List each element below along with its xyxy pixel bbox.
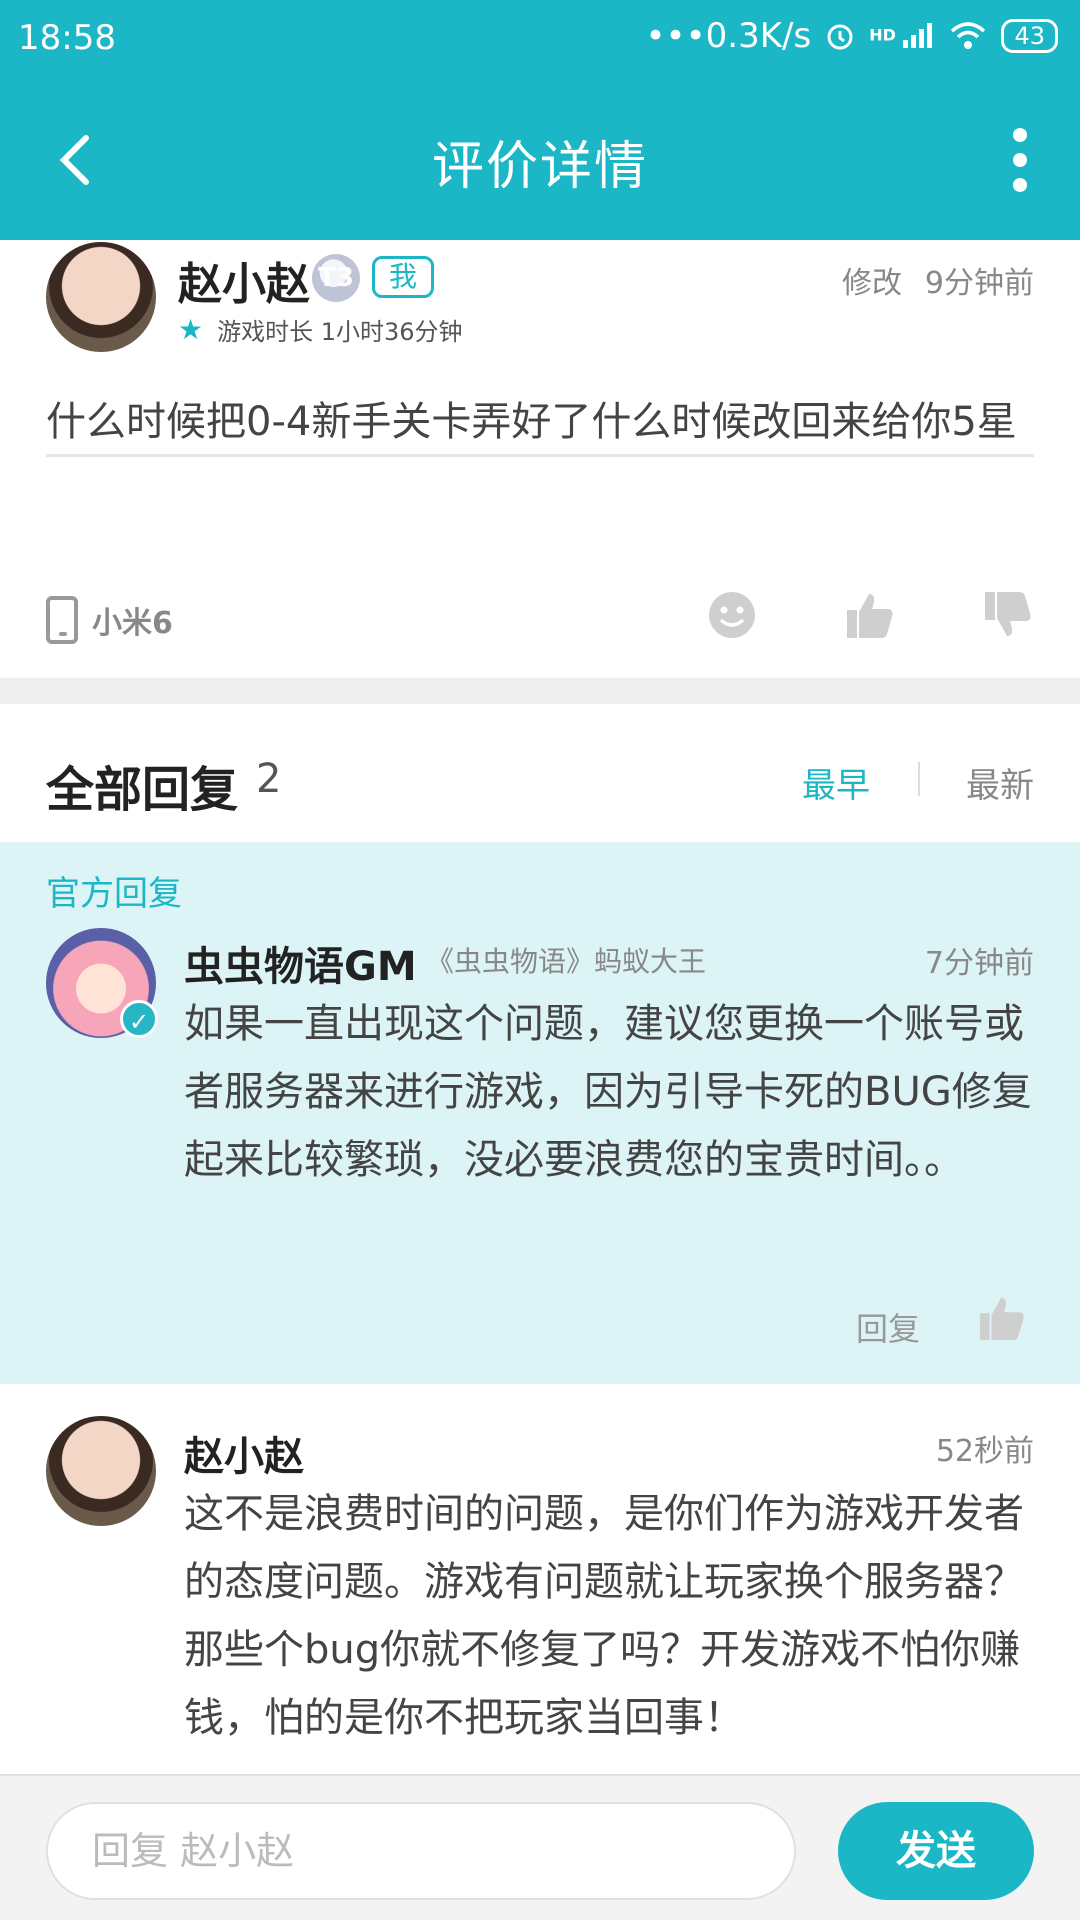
page-title: 评价详情 (431, 137, 648, 197)
section-separator (0, 678, 1080, 704)
signal-icon: HD (869, 22, 935, 50)
me-badge: 我 (372, 256, 435, 298)
thumbs-down-icon (985, 592, 1031, 636)
device-info: 小米6 (46, 596, 173, 644)
send-button[interactable]: 发送 (838, 1802, 1034, 1900)
divider (46, 454, 1034, 457)
review-time: 9分钟前 (924, 266, 1034, 301)
app-header: 18:58 •••0.3K/s HD 43 评价详情 (0, 0, 1080, 240)
gm-name[interactable]: 虫虫物语GM (184, 934, 417, 992)
like-button[interactable] (978, 1294, 1026, 1354)
sort-divider (918, 762, 920, 796)
review-content: 什么时候把0-4新手关卡弄好了什么时候改回来给你5星 (46, 399, 1017, 445)
avatar[interactable] (46, 1416, 156, 1526)
replies-count: 2 (256, 756, 282, 802)
edit-button[interactable]: 修改 (842, 258, 902, 302)
star-icon: ★ (178, 313, 204, 346)
emoji-button[interactable] (706, 590, 758, 642)
level-badge: T3 (312, 254, 360, 302)
reviewer-name[interactable]: 赵小赵 (178, 248, 310, 312)
status-time: 18:58 (18, 18, 116, 58)
network-speed: •••0.3K/s (645, 16, 812, 56)
battery-indicator: 43 (1001, 19, 1058, 53)
gm-subtitle: 《虫虫物语》蚂蚁大王 (426, 945, 707, 978)
reply-content: 这不是浪费时间的问题，是你们作为游戏开发者的态度问题。游戏有问题就让玩家换个服务… (184, 1491, 1024, 1741)
review-card: 赵小赵 T3 我 修改 9分钟前 ★ 游戏时长 1小时36分钟 什么时候把0-4… (0, 240, 1080, 678)
reply-input[interactable] (46, 1802, 796, 1900)
reply-time: 52秒前 (935, 1434, 1034, 1469)
playtime: ★ 游戏时长 1小时36分钟 (178, 312, 463, 347)
avatar[interactable] (46, 242, 156, 352)
reply-user-name[interactable]: 赵小赵 (184, 1424, 304, 1482)
sort-earliest-tab[interactable]: 最早 (802, 758, 870, 807)
device-name: 小米6 (92, 606, 173, 641)
official-reply: 官方回复 ✓ 虫虫物语GM 《虫虫物语》蚂蚁大王 7分钟前 如果一直出现这个问题… (0, 842, 1080, 1384)
official-reply-content: 如果一直出现这个问题，建议您更换一个账号或者服务器来进行游戏，因为引导卡死的BU… (184, 1001, 1032, 1183)
sort-newest-tab[interactable]: 最新 (966, 758, 1034, 807)
reply-composer: 发送 (0, 1774, 1080, 1920)
verified-icon: ✓ (120, 1000, 158, 1038)
thumbs-up-icon (979, 1297, 1024, 1341)
official-tag: 官方回复 (46, 874, 182, 914)
review-actions (706, 590, 1034, 642)
toolbar: 评价详情 (0, 96, 1080, 216)
more-dots-icon (1013, 128, 1027, 142)
official-reply-time: 7分钟前 (924, 946, 1034, 981)
reply-button[interactable]: 回复 (856, 1304, 920, 1350)
alarm-icon (827, 24, 853, 50)
replies-title: 全部回复 (46, 762, 239, 818)
thumbs-up-icon (847, 594, 893, 638)
smile-icon (709, 592, 755, 638)
status-bar: 18:58 •••0.3K/s HD 43 (0, 0, 1080, 76)
phone-icon (46, 596, 78, 644)
user-reply: 赵小赵 52秒前 这不是浪费时间的问题，是你们作为游戏开发者的态度问题。游戏有问… (0, 1384, 1080, 1774)
like-button[interactable] (844, 590, 896, 642)
more-menu-button[interactable] (1008, 128, 1032, 192)
wifi-icon (951, 22, 986, 49)
replies-header: 全部回复 2 最早 最新 (0, 704, 1080, 842)
playtime-text: 游戏时长 1小时36分钟 (217, 318, 463, 346)
dislike-button[interactable] (982, 590, 1034, 642)
status-icons: •••0.3K/s HD 43 (645, 16, 1058, 56)
